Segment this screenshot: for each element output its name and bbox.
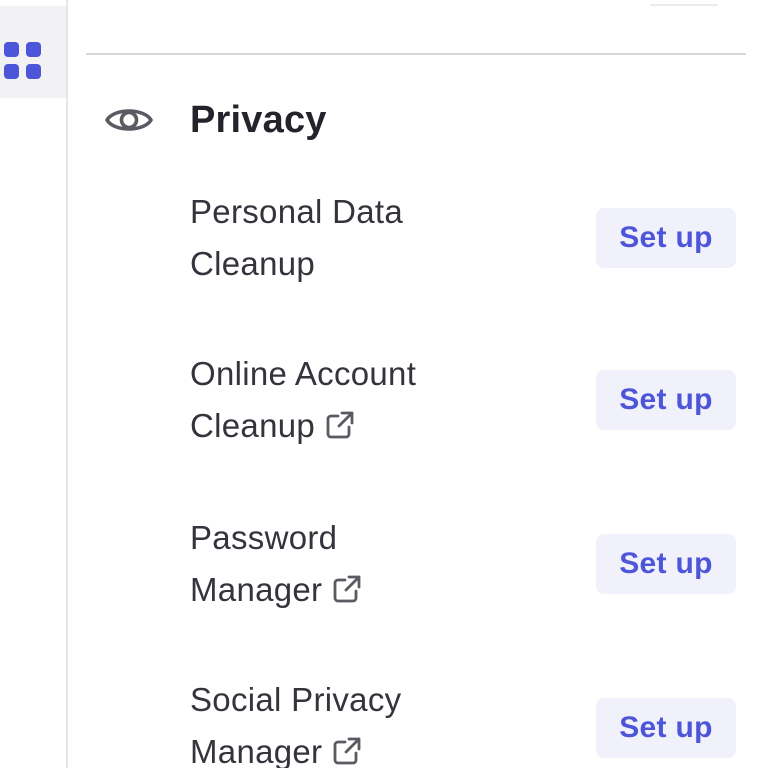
feature-row-online-account-cleanup: Online Account Cleanup Set up	[190, 348, 750, 468]
feature-label: Social Privacy Manager	[190, 674, 570, 768]
feature-label-line1: Password	[190, 519, 338, 556]
external-link-icon[interactable]	[332, 574, 362, 604]
feature-label-line1: Personal Data	[190, 193, 404, 230]
top-edge-fragment	[650, 0, 718, 6]
setup-button-password-manager[interactable]: Set up	[596, 534, 736, 594]
feature-label-line2: Manager	[190, 564, 570, 616]
feature-label: Online Account Cleanup	[190, 348, 570, 452]
left-nav-rail	[0, 0, 68, 768]
feature-label: Password Manager	[190, 512, 570, 616]
feature-label-line2-text: Manager	[190, 571, 323, 608]
feature-row-password-manager: Password Manager Set up	[190, 512, 750, 632]
feature-label-line2-text: Cleanup	[190, 245, 316, 282]
setup-button-social-privacy-manager[interactable]: Set up	[596, 698, 736, 758]
feature-label-line2: Cleanup	[190, 400, 570, 452]
apps-grid-icon	[4, 42, 41, 79]
eye-icon	[105, 109, 153, 131]
external-link-icon[interactable]	[332, 736, 362, 766]
feature-row-personal-data-cleanup: Personal Data Cleanup Set up	[190, 186, 750, 306]
feature-label-line2: Manager	[190, 726, 570, 768]
external-link-icon[interactable]	[325, 410, 355, 440]
nav-item-apps[interactable]	[0, 6, 66, 98]
section-divider	[86, 53, 746, 55]
setup-button-personal-data-cleanup[interactable]: Set up	[596, 208, 736, 268]
section-title: Privacy	[190, 99, 327, 141]
setup-button-online-account-cleanup[interactable]: Set up	[596, 370, 736, 430]
feature-label: Personal Data Cleanup	[190, 186, 570, 290]
feature-label-line2-text: Manager	[190, 733, 323, 768]
feature-label-line1: Online Account	[190, 355, 417, 392]
app-frame: Privacy Personal Data Cleanup Set up Onl…	[0, 0, 768, 768]
feature-label-line1: Social Privacy	[190, 681, 402, 718]
feature-label-line2: Cleanup	[190, 238, 570, 290]
feature-label-line2-text: Cleanup	[190, 407, 316, 444]
feature-row-social-privacy-manager: Social Privacy Manager Set up	[190, 674, 750, 768]
privacy-section-header	[104, 92, 154, 148]
